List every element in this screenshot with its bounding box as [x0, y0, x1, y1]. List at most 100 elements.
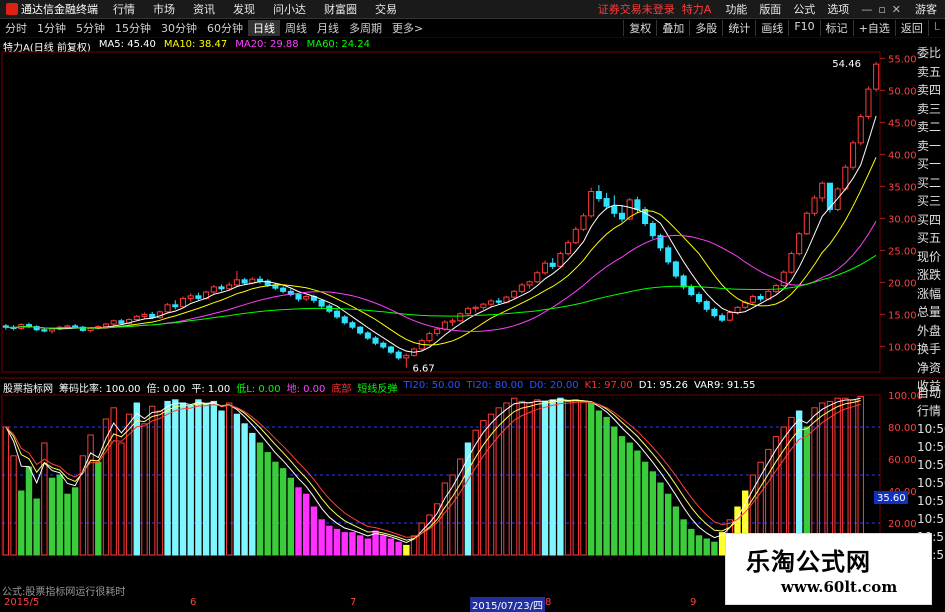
candle-body — [33, 326, 40, 331]
quote-field-label[interactable]: 总量 — [917, 303, 945, 322]
guest-user[interactable]: 游客 — [907, 1, 945, 17]
sub-indicator-item: K1: 97.00 — [584, 380, 633, 391]
period-30min[interactable]: 30分钟 — [156, 20, 202, 36]
period-monthly[interactable]: 月线 — [312, 20, 344, 36]
sub-bar — [310, 506, 318, 556]
sub-bar — [110, 407, 117, 556]
quote-field-label[interactable]: 净资 — [917, 359, 945, 378]
candle-body — [10, 326, 17, 329]
quote-field-label[interactable]: 换手 — [917, 340, 945, 359]
menu-bar: 通达信金融终端 行情 市场 资讯 发现 问小达 财富圈 交易 证券交易未登录 特… — [0, 0, 945, 19]
tool-draw[interactable]: 画线 — [755, 20, 788, 36]
period-intraday[interactable]: 分时 — [0, 20, 32, 36]
tool-overlay[interactable]: 叠加 — [656, 20, 689, 36]
period-5min[interactable]: 5分钟 — [71, 20, 110, 36]
sub-bar — [318, 519, 325, 556]
x-axis-label: 7 — [350, 597, 357, 608]
sub-bar — [202, 404, 210, 556]
price-label: 20.00 — [888, 278, 917, 289]
candle-body — [796, 233, 803, 255]
candle-body — [195, 295, 202, 299]
menu-layout[interactable]: 版面 — [753, 1, 787, 17]
price-label: 10.00 — [888, 342, 917, 353]
sub-line-k — [5, 397, 861, 544]
sub-bar — [564, 400, 572, 556]
candle-body — [95, 326, 102, 329]
sub-indicator-item: D0: 20.00 — [529, 380, 579, 391]
tool-mark[interactable]: 标记 — [819, 20, 853, 36]
candle-body — [187, 295, 194, 299]
candle-body — [526, 281, 533, 286]
menu-news[interactable]: 资讯 — [184, 1, 224, 17]
quote-field-label[interactable]: 买一 — [917, 155, 945, 174]
quote-field-label[interactable]: 委比 — [917, 44, 945, 63]
sub-axis-label: 20.00 — [888, 519, 917, 530]
sub-bar — [834, 397, 841, 556]
sub-indicator-name: 股票指标网 — [3, 384, 53, 395]
sub-bar — [387, 538, 395, 556]
kline-chart[interactable]: 55.00 50.00 45.00 40.00 35.00 30.00 25.00 20.00… — [0, 0, 945, 609]
candle-body — [580, 215, 587, 230]
corner-L[interactable]: L — [927, 20, 945, 36]
sub-bar — [457, 458, 464, 556]
period-60min[interactable]: 60分钟 — [202, 20, 248, 36]
sub-bar — [688, 528, 695, 556]
menu-quotes[interactable]: 行情 — [104, 1, 144, 17]
menu-function[interactable]: 功能 — [719, 1, 753, 17]
period-daily[interactable]: 日线 — [248, 20, 280, 36]
menu-trade[interactable]: 交易 — [366, 1, 406, 17]
quote-field-label[interactable]: 卖四 — [917, 81, 945, 100]
sub-indicator-legend: 股票指标网 筹码比率: 100.00 倍: 0.00 平: 1.00 低L: 0.00… — [0, 380, 756, 395]
quote-field-label[interactable]: 卖三 — [917, 100, 945, 119]
candle-body — [726, 311, 733, 321]
sub-bar — [695, 535, 703, 556]
sub-bar — [333, 528, 341, 556]
tool-f10[interactable]: F10 — [788, 20, 819, 36]
tool-back[interactable]: 返回 — [894, 20, 928, 36]
sub-bar — [849, 399, 857, 556]
login-status[interactable]: 证券交易未登录 特力A — [590, 1, 720, 17]
candle-body — [272, 284, 279, 289]
close-icon[interactable]: ✕ — [892, 3, 901, 16]
quote-field-label[interactable]: 涨跌 — [917, 266, 945, 285]
menu-options[interactable]: 选项 — [821, 1, 855, 17]
quote-field-label[interactable]: 卖二 — [917, 118, 945, 137]
quote-field-label[interactable]: 买三 — [917, 192, 945, 211]
tool-add-watch[interactable]: +自选 — [852, 20, 895, 36]
tool-stats[interactable]: 统计 — [722, 20, 755, 36]
candle-body — [711, 308, 718, 317]
sub-indicator-item: VAR9: 91.55 — [693, 380, 756, 391]
tool-multi-stock[interactable]: 多股 — [689, 20, 722, 36]
sub-bar — [711, 541, 718, 556]
period-multi[interactable]: 多周期 — [344, 20, 387, 36]
menu-market[interactable]: 市场 — [144, 1, 184, 17]
minimize-icon[interactable]: — — [861, 3, 872, 16]
sub-bar — [718, 532, 726, 556]
period-weekly[interactable]: 周线 — [280, 20, 312, 36]
quote-field-label[interactable]: 现价 — [917, 248, 945, 267]
candle-body — [172, 304, 179, 308]
tool-adjust[interactable]: 复权 — [623, 20, 656, 36]
menu-ask[interactable]: 问小达 — [264, 1, 315, 17]
quote-field-label[interactable]: 涨幅 — [917, 285, 945, 304]
menu-formula[interactable]: 公式 — [787, 1, 821, 17]
quote-field-label[interactable]: 买四 — [917, 211, 945, 230]
quote-field-label[interactable]: 卖五 — [917, 63, 945, 82]
candle-body — [287, 290, 294, 296]
period-15min[interactable]: 15分钟 — [110, 20, 156, 36]
sub-bar — [295, 487, 302, 556]
period-1min[interactable]: 1分钟 — [32, 20, 71, 36]
sub-bar — [95, 461, 102, 556]
period-more[interactable]: 更多> — [387, 20, 428, 36]
quote-field-label[interactable]: 外盘 — [917, 322, 945, 341]
candle-body — [341, 316, 348, 324]
quote-field-label[interactable]: 卖一 — [917, 137, 945, 156]
quote-field-label[interactable]: 买五 — [917, 229, 945, 248]
sub-bar — [510, 397, 518, 556]
quote-field-label[interactable]: 买二 — [917, 174, 945, 193]
sub-indicator-item: 短线反弹 — [357, 384, 398, 395]
sub-bar — [541, 400, 549, 556]
menu-wealth[interactable]: 财富圈 — [315, 1, 366, 17]
maximize-icon[interactable]: ▫ — [878, 3, 885, 16]
menu-discover[interactable]: 发现 — [224, 1, 264, 17]
